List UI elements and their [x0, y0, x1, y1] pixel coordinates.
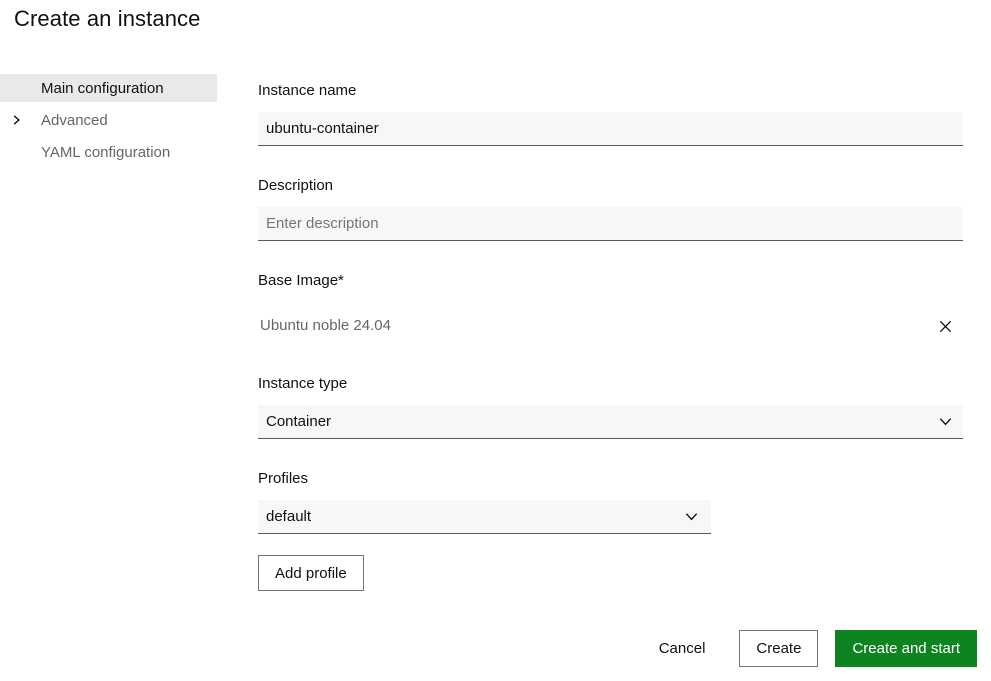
chevron-down-icon	[683, 509, 699, 525]
page-title: Create an instance	[14, 6, 201, 31]
profiles-value: default	[266, 508, 312, 525]
chevron-right-icon	[11, 115, 22, 126]
description-label: Description	[258, 177, 334, 194]
instance-type-label: Instance type	[258, 375, 348, 392]
create-button[interactable]: Create	[739, 630, 819, 667]
base-image-value: Ubuntu noble 24.04	[260, 317, 391, 334]
sidebar-item-label: Main configuration	[41, 79, 164, 97]
modal-footer-actions: Cancel Create Create and start	[642, 630, 977, 667]
instance-name-input[interactable]	[258, 112, 963, 146]
sidebar-item-label: Advanced	[41, 111, 108, 129]
base-image-label: Base Image*	[258, 272, 344, 289]
instance-type-select[interactable]: Container	[258, 405, 963, 439]
sidebar-item-advanced[interactable]: Advanced	[0, 106, 217, 134]
instance-name-label: Instance name	[258, 82, 357, 99]
chevron-down-icon	[937, 414, 953, 430]
base-image-row: Ubuntu noble 24.04	[258, 309, 963, 343]
add-profile-button[interactable]: Add profile	[258, 555, 364, 591]
instance-type-value: Container	[266, 413, 332, 430]
sidebar-item-label: YAML configuration	[41, 143, 171, 161]
cancel-button[interactable]: Cancel	[642, 630, 723, 667]
remove-base-image-button[interactable]	[931, 312, 959, 340]
x-icon	[938, 319, 953, 334]
sidebar-item-main-configuration[interactable]: Main configuration	[0, 74, 217, 102]
create-and-start-button[interactable]: Create and start	[835, 630, 977, 667]
profiles-select[interactable]: default	[258, 500, 711, 534]
form-section-nav: Main configuration Advanced YAML configu…	[0, 74, 217, 170]
description-input[interactable]	[258, 207, 963, 241]
profiles-label: Profiles	[258, 470, 309, 487]
create-instance-modal: Create an instance Main configuration Ad…	[0, 0, 991, 681]
sidebar-item-yaml-configuration[interactable]: YAML configuration	[0, 138, 217, 166]
